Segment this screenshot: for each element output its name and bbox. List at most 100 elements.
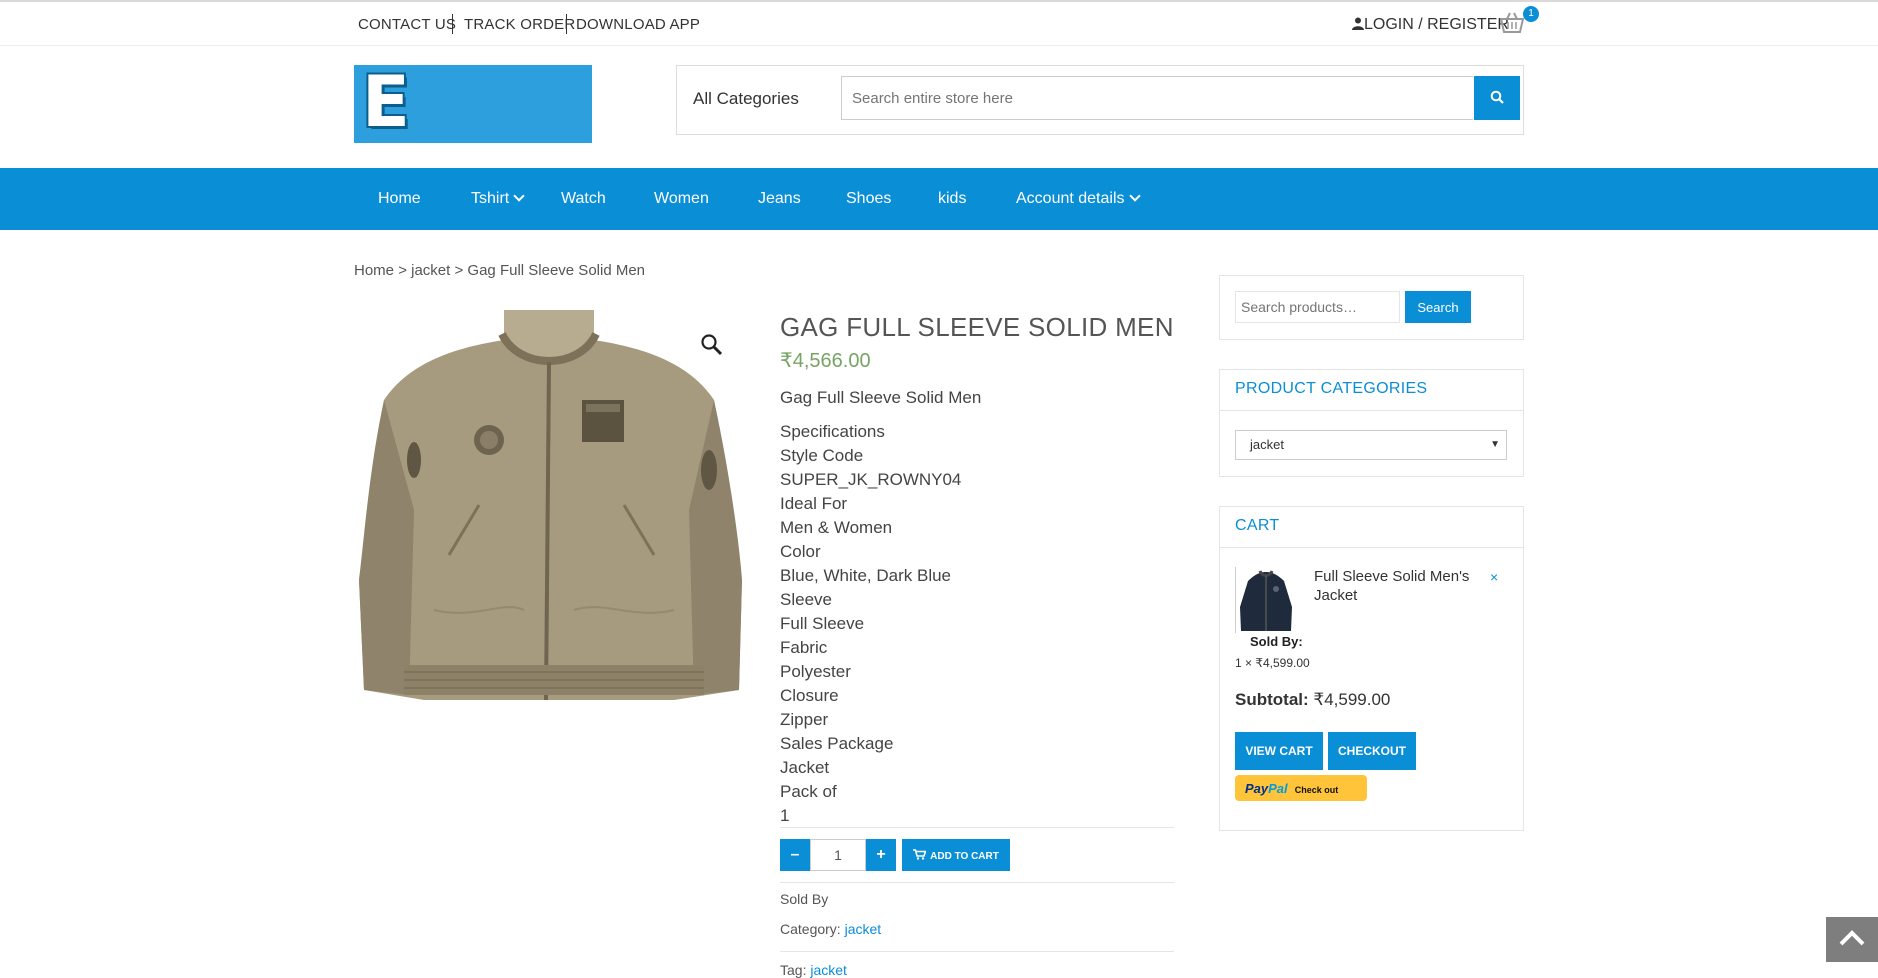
tag-link[interactable]: jacket	[810, 962, 847, 978]
cart-item-thumbnail[interactable]	[1235, 567, 1296, 633]
cart-item-quantity: 1 × ₹4,599.00	[1235, 656, 1310, 670]
dropdown-arrow-icon: ▼	[1490, 439, 1500, 450]
paypal-pay: Pay	[1245, 780, 1269, 796]
subtotal-value: ₹4,599.00	[1313, 690, 1391, 709]
spec-line: Style Code	[780, 446, 864, 465]
header-search: All Categories	[676, 65, 1524, 135]
nav-home[interactable]: Home	[378, 190, 421, 208]
category-dropdown[interactable]: All Categories	[693, 89, 799, 109]
breadcrumb-separator: >	[398, 262, 407, 279]
breadcrumb-current: Gag Full Sleeve Solid Men	[467, 262, 646, 279]
product-tag: Tag: jacket	[780, 962, 847, 978]
categories-title: PRODUCT CATEGORIES	[1235, 380, 1428, 397]
sold-by-label: Sold By	[780, 891, 829, 907]
add-to-cart-label: ADD TO CART	[930, 850, 999, 862]
nav-watch[interactable]: Watch	[561, 190, 606, 208]
jacket-illustration	[354, 310, 748, 704]
top-bar: CONTACT US TRACK ORDER DOWNLOAD APP LOGI…	[0, 2, 1878, 46]
track-order-link[interactable]: TRACK ORDER	[464, 16, 575, 33]
basket-icon[interactable]	[1500, 12, 1524, 34]
view-cart-button[interactable]: VIEW CART	[1235, 732, 1323, 770]
divider	[1220, 547, 1523, 548]
nav-tshirt[interactable]: Tshirt	[471, 190, 525, 208]
contact-us-link[interactable]: CONTACT US	[358, 16, 456, 33]
main-nav: Home Tshirt Watch Women Jeans Shoes kids…	[0, 168, 1878, 230]
chevron-up-icon	[1839, 930, 1865, 946]
cart-count-badge: 1	[1523, 6, 1539, 22]
search-icon	[1490, 90, 1504, 104]
nav-jeans[interactable]: Jeans	[758, 190, 801, 208]
download-app-link[interactable]: DOWNLOAD APP	[576, 16, 700, 33]
quantity-input[interactable]	[810, 839, 866, 871]
product-category: Category: jacket	[780, 921, 881, 937]
product-specifications: Specifications Style Code SUPER_JK_ROWNY…	[780, 420, 961, 828]
nav-account-details[interactable]: Account details	[1016, 190, 1141, 208]
subtotal-label: Subtotal:	[1235, 690, 1309, 709]
nav-shoes[interactable]: Shoes	[846, 190, 891, 208]
product-image[interactable]	[354, 310, 748, 704]
divider	[780, 827, 1174, 828]
search-input[interactable]	[841, 76, 1473, 120]
quantity-increase-button[interactable]: +	[866, 839, 896, 871]
category-select[interactable]: jacket ▼	[1235, 430, 1507, 460]
close-icon[interactable]: ×	[1490, 569, 1498, 585]
breadcrumb-separator: >	[454, 262, 464, 279]
nav-account-label: Account details	[1016, 190, 1125, 207]
paypal-checkout-label: Check out	[1294, 784, 1339, 795]
chevron-down-icon	[1128, 190, 1141, 202]
spec-line: Polyester	[780, 662, 851, 681]
back-to-top-button[interactable]	[1826, 917, 1878, 962]
category-link[interactable]: jacket	[845, 921, 882, 937]
tag-label: Tag:	[780, 962, 807, 978]
spec-line: Sleeve	[780, 590, 832, 609]
divider	[780, 951, 1174, 952]
login-register-link[interactable]: LOGIN / REGISTER	[1352, 16, 1509, 34]
site-logo[interactable]: E shop	[354, 65, 592, 143]
product-title: GAG FULL SLEEVE SOLID MEN	[780, 312, 1174, 342]
product-search-widget: Search	[1219, 275, 1524, 340]
paypal-pal: Pal	[1268, 780, 1288, 796]
cart-widget: CART Full Sleeve Solid Men's Jacket × So…	[1219, 506, 1524, 831]
cart-item-name[interactable]: Full Sleeve Solid Men's Jacket	[1314, 567, 1489, 605]
login-register-label: LOGIN / REGISTER	[1364, 16, 1509, 33]
spec-line: 1	[780, 806, 790, 825]
divider	[1220, 410, 1523, 411]
breadcrumb: Home > jacket > Gag Full Sleeve Solid Me…	[354, 262, 645, 279]
spec-line: Zipper	[780, 710, 829, 729]
product-categories-widget: PRODUCT CATEGORIES jacket ▼	[1219, 369, 1524, 477]
nav-women[interactable]: Women	[654, 190, 709, 208]
spec-line: Blue, White, Dark Blue	[780, 566, 952, 585]
product-short-description: Gag Full Sleeve Solid Men	[780, 388, 982, 407]
product-price: ₹4,566.00	[780, 350, 871, 372]
nav-tshirt-label: Tshirt	[471, 190, 510, 207]
cart-icon	[913, 848, 927, 860]
spec-line: Men & Women	[780, 518, 893, 537]
breadcrumb-category[interactable]: jacket	[411, 262, 450, 279]
add-to-cart-button[interactable]: ADD TO CART	[902, 839, 1010, 871]
search-button[interactable]	[1474, 76, 1520, 120]
spec-line: Sales Package	[780, 734, 894, 753]
spec-line: Full Sleeve	[780, 614, 865, 633]
spec-line: Pack of	[780, 782, 837, 801]
cart-item-image	[1240, 570, 1292, 631]
spec-line: Closure	[780, 686, 839, 705]
breadcrumb-home[interactable]: Home	[354, 262, 394, 279]
spec-line: Jacket	[780, 758, 830, 777]
spec-line: Color	[780, 542, 821, 561]
category-select-value: jacket	[1250, 437, 1284, 452]
quantity-decrease-button[interactable]: –	[780, 839, 810, 871]
nav-kids[interactable]: kids	[938, 190, 966, 208]
category-label: Category:	[780, 921, 841, 937]
checkout-button[interactable]: CHECKOUT	[1328, 732, 1416, 770]
spec-line: Specifications	[780, 422, 885, 441]
top-separator	[566, 14, 567, 34]
zoom-icon[interactable]	[700, 333, 724, 357]
product-search-input[interactable]	[1235, 291, 1400, 323]
top-separator	[452, 14, 453, 34]
paypal-brand: PayPal	[1245, 781, 1288, 796]
spec-line: Ideal For	[780, 494, 848, 513]
product-search-button[interactable]: Search	[1405, 291, 1471, 323]
paypal-checkout-button[interactable]: PayPal Check out	[1235, 775, 1367, 801]
spec-line: Fabric	[780, 638, 828, 657]
logo-text: E shop	[362, 65, 410, 143]
